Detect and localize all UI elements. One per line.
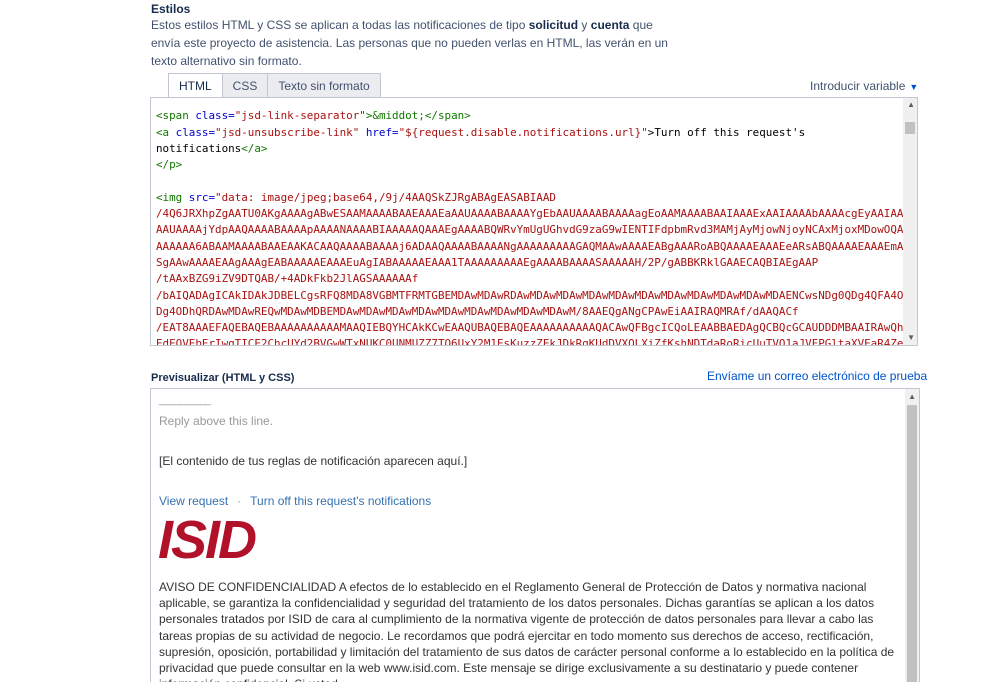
reply-above-text: Reply above this line. (159, 414, 274, 428)
notification-content-placeholder: [El contenido de tus reglas de notificac… (159, 454, 468, 468)
insert-variable-label: Introducir variable (810, 79, 906, 93)
isid-logo: ISID (158, 513, 278, 567)
scroll-up-arrow-icon[interactable]: ▲ (908, 392, 916, 401)
editor-scrollbar[interactable]: ▲ ▼ (903, 98, 917, 345)
confidentiality-notice: AVISO DE CONFIDENCIALIDAD A efectos de l… (159, 580, 895, 682)
reply-separator-line: __________ (159, 394, 211, 406)
editor-scrollbar-thumb[interactable] (905, 122, 915, 134)
preview-pane: __________ Reply above this line. [El co… (150, 388, 920, 682)
preview-scrollbar[interactable]: ▲ (905, 389, 919, 682)
tab-plain-text[interactable]: Texto sin formato (267, 73, 381, 97)
preview-label: Previsualizar (HTML y CSS) (151, 372, 295, 384)
scroll-up-arrow-icon[interactable]: ▲ (907, 100, 915, 109)
isid-logo-text: ISID (158, 510, 257, 570)
styles-description: Estos estilos HTML y CSS se aplican a to… (151, 18, 668, 68)
send-test-email-link[interactable]: Envíame un correo electrónico de prueba (707, 369, 927, 383)
link-separator: · (237, 494, 242, 508)
chevron-down-icon: ▼ (909, 82, 919, 92)
insert-variable-dropdown[interactable]: Introducir variable ▼ (810, 79, 918, 93)
tab-html[interactable]: HTML (168, 73, 223, 98)
preview-links: View request · Turn off this request's not… (159, 494, 431, 508)
view-request-link[interactable]: View request (159, 494, 228, 508)
code-content: <span class="jsd-link-separator">&middot… (156, 109, 918, 346)
turn-off-notifications-link[interactable]: Turn off this request's notifications (250, 494, 431, 508)
scroll-down-arrow-icon[interactable]: ▼ (907, 333, 915, 342)
preview-scrollbar-thumb[interactable] (907, 405, 917, 682)
editor-tabs: HTML CSS Texto sin formato (168, 73, 381, 98)
tab-css[interactable]: CSS (221, 73, 269, 97)
styles-section-title: Estilos (151, 2, 191, 16)
html-code-editor[interactable]: <span class="jsd-link-separator">&middot… (150, 97, 918, 346)
